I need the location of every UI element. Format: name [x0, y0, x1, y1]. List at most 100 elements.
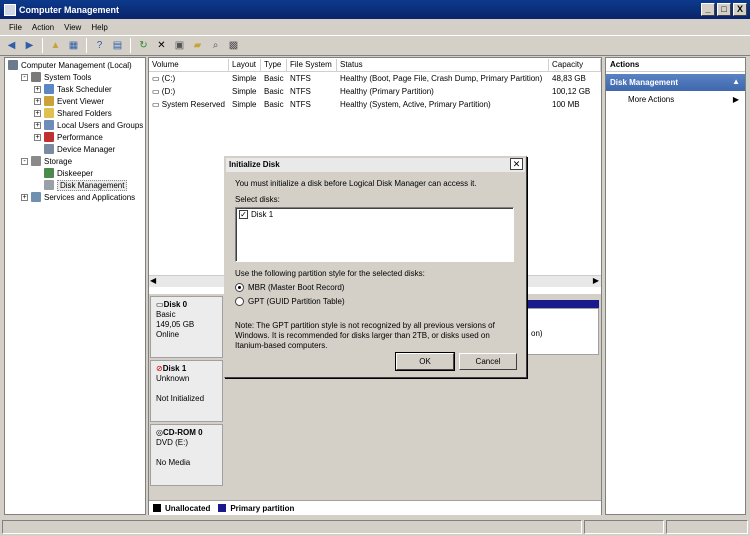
tree-item[interactable]: + Services and Applications: [21, 191, 135, 203]
gpt-option[interactable]: GPT (GUID Partition Table): [235, 297, 345, 307]
window-title: Computer Management: [19, 4, 120, 15]
table-cell: ▭ (D:): [152, 87, 176, 96]
maximize-button[interactable]: □: [717, 3, 731, 16]
export-icon[interactable]: ▣: [172, 38, 187, 53]
tree-item-label: Shared Folders: [57, 108, 112, 118]
column-header[interactable]: Status: [337, 59, 549, 72]
tree-node-icon: [44, 96, 54, 106]
computer-management-icon: [4, 3, 16, 16]
table-cell: 48,83 GB: [552, 74, 586, 83]
table-cell: ▭ System Reserved: [152, 100, 225, 109]
open-folder-icon[interactable]: ▰: [190, 38, 205, 53]
refresh-icon[interactable]: ↻: [136, 38, 151, 53]
table-row[interactable]: ▭ (C:) Simple Basic NTFS Healthy (Boot, Page…: [149, 73, 601, 85]
initialize-disk-dialog: Initialize Disk ✕ You must initialize a …: [224, 156, 527, 378]
disk-listbox[interactable]: ✓ Disk 1: [235, 207, 514, 262]
tree-item[interactable]: Computer Management (Local): [8, 59, 132, 71]
up-folder-icon[interactable]: ▲: [48, 38, 63, 53]
menu-bar: File Action View Help: [0, 19, 750, 35]
tree-item-label: Performance: [57, 132, 103, 142]
menu-view[interactable]: View: [59, 23, 86, 32]
menu-action[interactable]: Action: [27, 23, 59, 32]
expand-icon[interactable]: +: [34, 109, 41, 117]
column-header[interactable]: Capacity: [549, 59, 601, 72]
tree-item[interactable]: + Local Users and Groups: [34, 119, 143, 131]
disk-settings-icon[interactable]: ▩: [226, 38, 241, 53]
mbr-option[interactable]: MBR (Master Boot Record): [235, 283, 344, 293]
expand-icon[interactable]: -: [21, 73, 28, 81]
tree-item[interactable]: Diskeeper: [34, 167, 93, 179]
more-actions-link[interactable]: More Actions ▶: [628, 95, 745, 104]
cancel-button[interactable]: Cancel: [459, 353, 517, 370]
tree-item[interactable]: + Shared Folders: [34, 107, 112, 119]
disk-0-label[interactable]: ▭Disk 0 Basic 149,05 GB Online: [150, 296, 223, 358]
tree-item[interactable]: Disk Management: [34, 179, 128, 191]
menu-file[interactable]: File: [4, 23, 27, 32]
back-icon[interactable]: ◀: [4, 38, 19, 53]
close-button[interactable]: X: [733, 3, 747, 16]
show-hide-tree-icon[interactable]: ▦: [66, 38, 81, 53]
scroll-right-icon[interactable]: ▶: [593, 276, 599, 285]
tree-item[interactable]: - System Tools: [21, 71, 91, 83]
delete-icon[interactable]: ✕: [154, 38, 169, 53]
tree-node-icon: [44, 84, 54, 94]
status-bar: [0, 519, 750, 536]
tree-item-label: Event Viewer: [57, 96, 104, 106]
tree-item-label: Device Manager: [57, 144, 116, 154]
expand-icon[interactable]: +: [34, 121, 41, 129]
tree-item[interactable]: + Task Scheduler: [34, 83, 112, 95]
dialog-intro: You must initialize a disk before Logica…: [235, 179, 477, 188]
tree-node-icon: [31, 72, 41, 82]
expand-icon[interactable]: +: [21, 193, 28, 201]
tree-item[interactable]: + Performance: [34, 131, 103, 143]
expand-icon[interactable]: +: [34, 133, 41, 141]
help-icon[interactable]: ?: [92, 38, 107, 53]
tree-item-label: Storage: [44, 156, 73, 166]
table-cell: Basic: [264, 74, 284, 83]
cdrom-0-label[interactable]: ◎CD-ROM 0 DVD (E:) No Media: [150, 424, 223, 486]
unallocated-swatch: [153, 504, 161, 512]
disk-warning-icon: ⊘: [156, 364, 163, 373]
tree-node-icon: [31, 156, 41, 166]
search-icon[interactable]: ⌕: [208, 38, 223, 53]
disk-management-section[interactable]: Disk Management ▲: [606, 74, 745, 91]
properties-icon[interactable]: ▤: [110, 38, 125, 53]
toolbar: ◀ ▶ ▲ ▦ ? ▤ ↻ ✕ ▣ ▰ ⌕ ▩: [0, 35, 750, 56]
dialog-close-button[interactable]: ✕: [510, 158, 523, 170]
table-cell: Basic: [264, 87, 284, 96]
tree-item[interactable]: + Event Viewer: [34, 95, 104, 107]
minimize-button[interactable]: _: [701, 3, 715, 16]
dialog-title: Initialize Disk: [226, 158, 525, 172]
forward-icon[interactable]: ▶: [22, 38, 37, 53]
table-cell: Healthy (Boot, Page File, Crash Dump, Pr…: [340, 74, 543, 83]
column-header[interactable]: Volume: [149, 59, 229, 72]
tree-node-icon: [44, 168, 54, 178]
tree-node-icon: [44, 144, 54, 154]
tree-item[interactable]: Device Manager: [34, 143, 115, 155]
tree-item-label: Computer Management (Local): [21, 60, 132, 70]
collapse-icon[interactable]: ▲: [732, 77, 740, 86]
disk-1-item[interactable]: ✓ Disk 1: [239, 210, 273, 220]
column-header[interactable]: Type: [261, 59, 287, 72]
radio-selected-icon[interactable]: [235, 283, 244, 293]
expand-icon[interactable]: +: [34, 97, 41, 105]
radio-icon[interactable]: [235, 297, 244, 307]
partition-cell[interactable]: on): [527, 308, 599, 355]
menu-help[interactable]: Help: [86, 23, 112, 32]
column-header[interactable]: File System: [287, 59, 337, 72]
table-cell: NTFS: [290, 87, 311, 96]
checkbox-checked-icon[interactable]: ✓: [239, 210, 248, 220]
table-row[interactable]: ▭ System Reserved Simple Basic NTFS Healthy …: [149, 99, 601, 111]
expand-icon[interactable]: +: [34, 85, 41, 93]
expand-icon[interactable]: -: [21, 157, 28, 165]
column-header[interactable]: Layout: [229, 59, 261, 72]
scroll-left-icon[interactable]: ◀: [150, 276, 156, 285]
tree-node-icon: [44, 108, 54, 118]
table-cell: Healthy (Primary Partition): [340, 87, 434, 96]
tree-item[interactable]: - Storage: [21, 155, 72, 167]
table-cell: NTFS: [290, 100, 311, 109]
table-cell: Healthy (System, Active, Primary Partiti…: [340, 100, 491, 109]
ok-button[interactable]: OK: [395, 352, 455, 371]
table-row[interactable]: ▭ (D:) Simple Basic NTFS Healthy (Primary Pa…: [149, 86, 601, 98]
disk-1-label[interactable]: ⊘Disk 1 Unknown Not Initialized: [150, 360, 223, 422]
